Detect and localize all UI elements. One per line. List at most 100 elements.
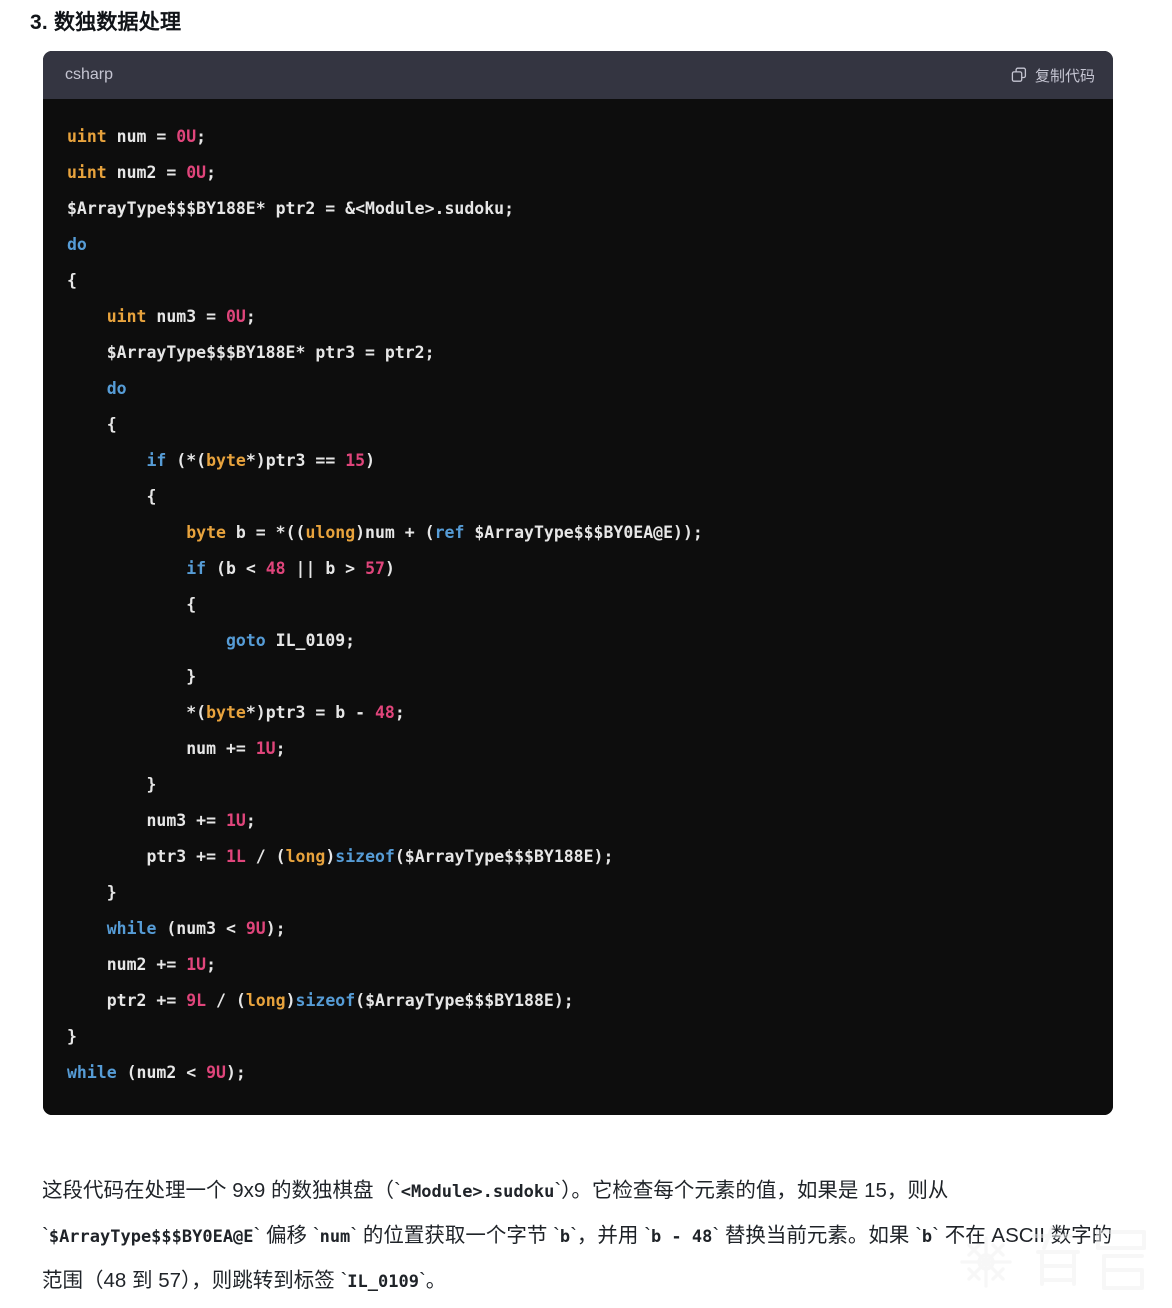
code-line: uint num2 = 0U; <box>67 155 1089 191</box>
code-line: do <box>67 371 1089 407</box>
code-line: { <box>67 263 1089 299</box>
code-block-header: csharp 复制代码 <box>43 51 1113 99</box>
inline-code: num <box>319 1226 351 1247</box>
code-token: if <box>186 559 207 578</box>
page-title: 3. 数独数据处理 <box>30 11 182 34</box>
code-line: if (*(byte*)ptr3 == 15) <box>67 443 1089 479</box>
code-line: ptr3 += 1L / (long)sizeof($ArrayType$$$B… <box>67 839 1089 875</box>
code-token: ) <box>365 451 376 470</box>
copy-code-button[interactable]: 复制代码 <box>1011 65 1095 86</box>
paragraph-text: 这段代码在处理一个 9x9 的数独棋盘（` <box>42 1178 401 1202</box>
paragraph-text: ` 的位置获取一个字节 ` <box>350 1223 560 1247</box>
code-content[interactable]: uint num = 0U; uint num2 = 0U; $ArrayType$… <box>43 119 1113 1091</box>
inline-code: b <box>921 1226 933 1247</box>
code-token: do <box>67 235 87 254</box>
code-token: = <box>166 163 187 182</box>
code-token: } <box>67 883 117 902</box>
code-token: ulong <box>305 523 356 542</box>
code-token: byte <box>186 523 226 542</box>
code-token: (num3 < <box>156 919 246 938</box>
paragraph-text: `。 <box>418 1268 447 1292</box>
code-token: 1U <box>186 955 207 974</box>
code-token: 0U <box>176 127 197 146</box>
code-token: ; <box>206 163 217 182</box>
code-token: $ArrayType$$$BY188E* ptr3 = ptr2; <box>67 343 435 362</box>
code-token: 1U <box>225 811 246 830</box>
code-token: byte <box>206 451 246 470</box>
code-token: do <box>106 379 127 398</box>
code-line: { <box>67 479 1089 515</box>
code-token: = <box>156 127 177 146</box>
code-token: num += <box>67 739 256 758</box>
code-token: while <box>106 919 157 938</box>
code-token: num3 += <box>67 811 226 830</box>
code-token: num <box>106 127 157 146</box>
code-token: byte <box>206 703 246 722</box>
paragraph-text: ` 替换当前元素。如果 ` <box>712 1223 922 1247</box>
code-token: long <box>245 991 286 1010</box>
next-section-heading-cutoff <box>30 1296 430 1308</box>
code-token: num2 += <box>67 955 187 974</box>
code-token: { <box>67 595 197 614</box>
code-token: sizeof <box>335 847 395 866</box>
code-line: do <box>67 227 1089 263</box>
code-token: { <box>67 487 157 506</box>
code-token: / ( <box>245 847 286 866</box>
code-token: ($ArrayType$$$BY188E); <box>355 991 574 1010</box>
code-token: ref <box>434 523 465 542</box>
inline-code: b - 48 <box>650 1226 713 1247</box>
code-token: 1L <box>225 847 246 866</box>
code-line: num3 += 1U; <box>67 803 1089 839</box>
inline-code: <Module>.sudoku <box>400 1181 555 1202</box>
explanation-paragraph: 这段代码在处理一个 9x9 的数独棋盘（`<Module>.sudoku`）。它… <box>42 1169 1117 1304</box>
code-token: ); <box>225 1063 246 1082</box>
code-token: *( <box>67 703 207 722</box>
code-token: { <box>67 271 77 290</box>
code-token: sizeof <box>295 991 356 1010</box>
code-token: goto <box>225 631 266 650</box>
code-line: num2 += 1U; <box>67 947 1089 983</box>
code-line: } <box>67 1019 1089 1055</box>
code-token: ; <box>275 739 286 758</box>
code-token: ; <box>245 811 256 830</box>
inline-code: $ArrayType$$$BY0EA@E <box>48 1226 254 1247</box>
code-language-label: csharp <box>65 66 114 83</box>
code-token: uint <box>106 307 147 326</box>
code-token: $ArrayType$$$BY0EA@E)); <box>464 523 703 542</box>
code-token: || b > <box>285 559 366 578</box>
code-token: ; <box>245 307 256 326</box>
code-token: *)ptr3 = b - <box>245 703 375 722</box>
copy-icon <box>1011 67 1027 83</box>
code-line: ptr2 += 9L / (long)sizeof($ArrayType$$$B… <box>67 983 1089 1019</box>
code-token: ) <box>325 847 336 866</box>
code-line: } <box>67 659 1089 695</box>
code-token: while <box>67 1063 117 1082</box>
code-token: IL_0109; <box>265 631 356 650</box>
code-line: byte b = *((ulong)num + (ref $ArrayType$… <box>67 515 1089 551</box>
code-token: { <box>67 415 117 434</box>
inline-code: b <box>559 1226 571 1247</box>
code-token: 9U <box>206 1063 226 1082</box>
paragraph-text: ` 偏移 ` <box>253 1223 320 1247</box>
code-token: 0U <box>186 163 207 182</box>
code-token: ($ArrayType$$$BY188E); <box>394 847 614 866</box>
code-token: ); <box>265 919 286 938</box>
copy-code-label: 复制代码 <box>1034 67 1095 85</box>
code-token: 9U <box>245 919 266 938</box>
code-line: { <box>67 587 1089 623</box>
code-token: } <box>67 775 157 794</box>
code-token: } <box>67 1027 77 1046</box>
code-token: ptr3 += <box>67 847 226 866</box>
code-token: ) <box>285 991 296 1010</box>
code-token: (b < <box>206 559 266 578</box>
code-token: 1U <box>255 739 276 758</box>
code-token: 48 <box>374 703 395 722</box>
code-token: if <box>146 451 167 470</box>
code-token: 15 <box>345 451 366 470</box>
